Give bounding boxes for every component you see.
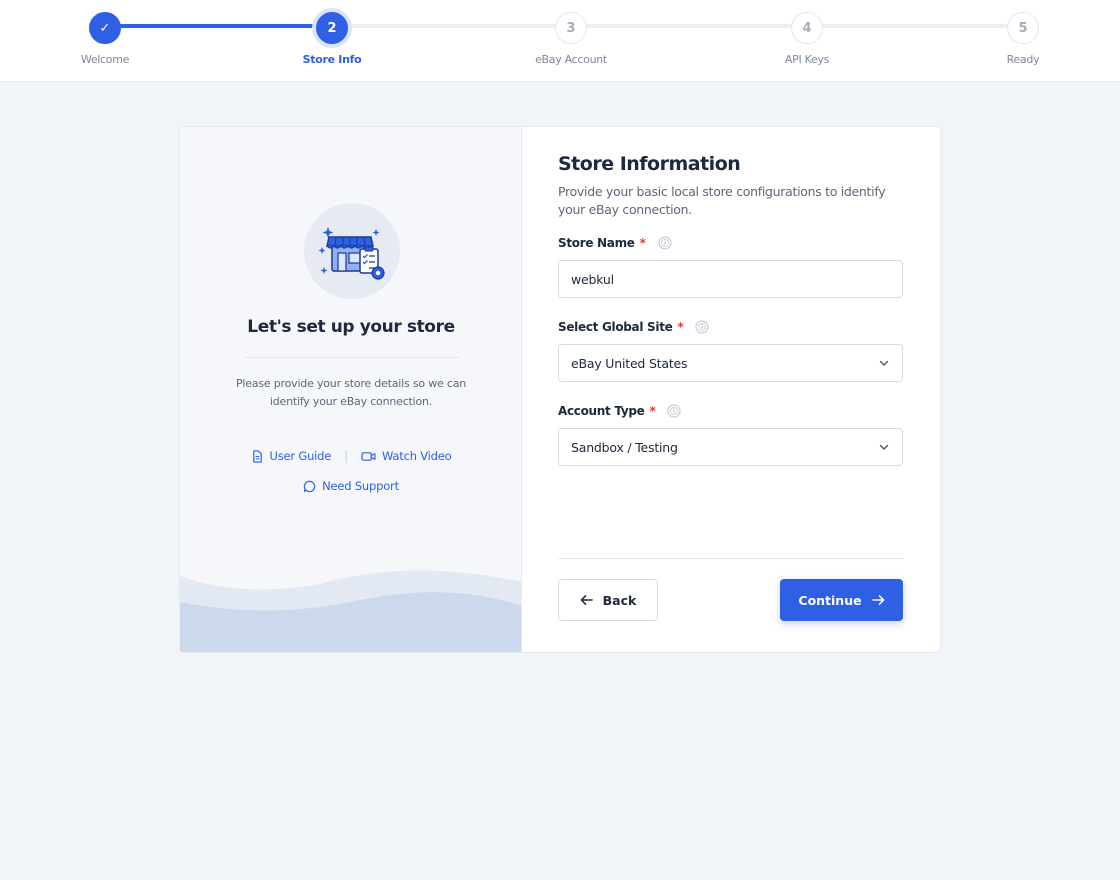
global-site-label-text: Select Global Site [558,320,673,334]
required-marker: * [649,404,656,418]
setup-stepper: ✓ Welcome 2 Store Info 3 eBay Account 4 … [0,0,1120,82]
watch-video-label: Watch Video [382,449,452,463]
footer-divider [558,558,904,559]
step-check-icon: ✓ [89,12,121,44]
chevron-down-icon [879,444,889,450]
step-number: 3 [555,12,587,44]
help-links: User Guide | Watch Video [180,449,521,463]
back-label: Back [602,592,637,608]
form-description: Provide your basic local store configura… [558,184,886,217]
step-label: Welcome [80,53,130,66]
step-ebay-account: 3 eBay Account [511,12,631,66]
chevron-down-icon [879,360,889,366]
setup-card: Let's set up your store Please provide y… [179,126,941,653]
intro-panel: Let's set up your store Please provide y… [180,127,522,652]
store-form-panel: Store Information Provide your basic loc… [522,127,940,652]
step-api-keys: 4 API Keys [747,12,867,66]
required-marker: * [677,320,684,334]
step-label: eBay Account [535,53,607,66]
store-hero-illustration [304,203,400,299]
info-icon[interactable] [658,236,672,250]
step-number: 2 [316,12,348,44]
required-marker: * [639,236,646,250]
arrow-right-icon [871,595,884,605]
progress-line-remaining [332,24,1023,28]
global-site-value: eBay United States [571,355,688,371]
step-label: Store Info [302,53,362,66]
info-icon[interactable] [695,320,710,334]
watch-video-link[interactable]: Watch Video [361,449,452,463]
user-guide-label: User Guide [269,449,332,463]
store-name-label: Store Name * [558,236,672,250]
need-support-link[interactable]: Need Support [303,479,399,493]
store-name-value: webkul [571,271,614,287]
step-number: 5 [1007,12,1039,44]
store-name-input[interactable]: webkul [558,260,903,298]
decorative-waves [180,570,521,652]
account-type-select[interactable]: Sandbox / Testing [558,428,903,466]
chat-bubble-icon [303,480,316,492]
video-camera-icon [361,451,376,461]
account-type-label-text: Account Type [558,404,645,418]
back-button[interactable]: Back [558,579,658,621]
step-number: 4 [791,12,823,44]
continue-label: Continue [798,592,862,608]
account-type-label: Account Type * [558,404,682,418]
intro-description: Please provide your store details so we … [235,377,467,408]
divider [244,357,460,358]
info-icon[interactable] [667,404,682,418]
store-icon [318,227,385,280]
step-label: Ready [1006,53,1040,66]
account-type-value: Sandbox / Testing [571,439,678,455]
support-row: Need Support [180,479,521,493]
link-separator: | [344,449,348,463]
step-ready: 5 Ready [963,12,1083,66]
user-guide-link[interactable]: User Guide [251,449,332,463]
step-welcome[interactable]: ✓ Welcome [45,12,165,66]
store-name-label-text: Store Name [558,236,635,250]
document-icon [252,449,262,463]
global-site-select[interactable]: eBay United States [558,344,903,382]
continue-button[interactable]: Continue [780,579,903,621]
step-label: API Keys [784,53,830,66]
form-title: Store Information [558,153,741,175]
global-site-label: Select Global Site * [558,320,710,334]
need-support-label: Need Support [322,479,399,493]
intro-title: Let's set up your store [247,317,455,337]
arrow-left-icon [580,595,593,605]
step-store-info[interactable]: 2 Store Info [272,12,392,66]
